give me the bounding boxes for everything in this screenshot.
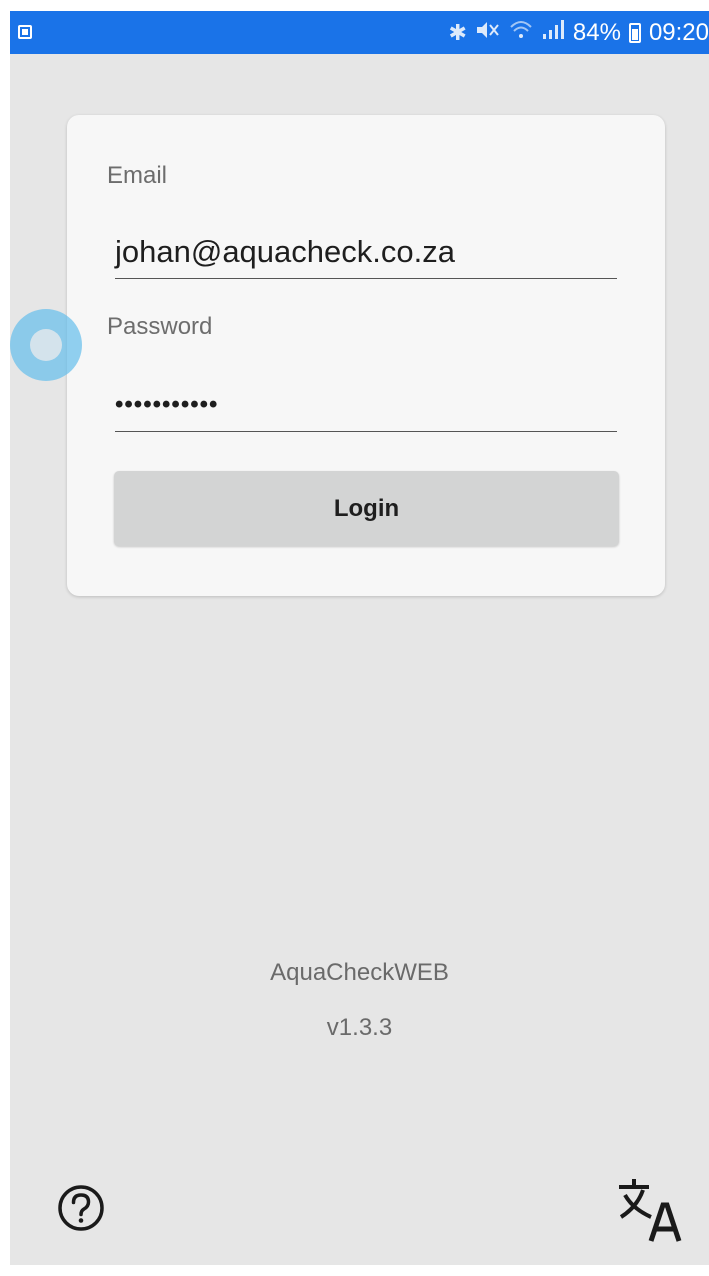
email-label: Email — [107, 162, 168, 189]
login-button-label: Login — [333, 494, 400, 522]
battery-icon — [628, 22, 641, 43]
translate-icon[interactable] — [615, 1175, 683, 1243]
app-version: v1.3.3 — [326, 1014, 393, 1041]
touch-indicator — [10, 309, 82, 381]
login-button[interactable]: Login — [114, 471, 619, 546]
mute-icon — [475, 19, 501, 47]
status-icons: ✱ 84% 09:20 — [448, 11, 709, 54]
wifi-icon — [509, 19, 533, 47]
signal-icon — [541, 19, 565, 47]
bluetooth-icon: ✱ — [448, 19, 467, 45]
password-field[interactable]: ••••••••••• — [115, 391, 617, 432]
status-bar: ✱ 84% 09:20 — [10, 11, 709, 54]
app-screen: ✱ 84% 09:20 Email johan@aquacheck.co.za … — [10, 11, 709, 1265]
app-name: AquaCheckWEB — [270, 959, 449, 986]
login-card: Email johan@aquacheck.co.za Password •••… — [67, 115, 665, 596]
battery-percent: 84% — [572, 18, 621, 46]
password-label: Password — [107, 313, 213, 340]
email-field[interactable]: johan@aquacheck.co.za — [115, 234, 617, 279]
notification-icon — [18, 25, 32, 39]
status-time: 09:20 — [648, 18, 709, 46]
help-icon[interactable] — [56, 1183, 106, 1233]
